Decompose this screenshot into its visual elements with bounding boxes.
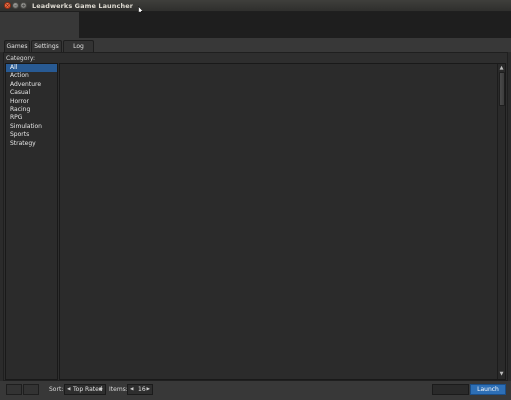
tab-log[interactable]: Log — [63, 40, 94, 52]
items-value: 16 — [138, 386, 146, 393]
category-item-adventure[interactable]: Adventure — [6, 81, 57, 89]
category-item-horror[interactable]: Horror — [6, 98, 57, 106]
next-page-button[interactable] — [23, 384, 39, 395]
category-item-rpg[interactable]: RPG — [6, 114, 57, 122]
sort-right-arrow-icon[interactable]: ▶ — [100, 385, 103, 394]
header-banner — [79, 12, 511, 38]
title-bar: × – + Leadwerks Game Launcher — [0, 0, 511, 12]
launch-button[interactable]: Launch — [470, 384, 506, 395]
previous-page-button[interactable] — [6, 384, 22, 395]
category-item-action[interactable]: Action — [6, 72, 57, 80]
maximize-window-button[interactable]: + — [20, 2, 27, 9]
items-label: Items: — [109, 386, 128, 393]
category-label: Category: — [6, 55, 35, 62]
game-list[interactable]: ▲ ▼ — [59, 63, 506, 380]
banner-left-area — [0, 12, 79, 38]
blank-field — [432, 384, 469, 395]
scroll-down-icon[interactable]: ▼ — [498, 371, 505, 378]
category-item-sports[interactable]: Sports — [6, 131, 57, 139]
sort-value: Top Rated — [73, 386, 103, 393]
close-window-button[interactable]: × — [4, 2, 11, 9]
category-item-strategy[interactable]: Strategy — [6, 140, 57, 148]
category-list[interactable]: All Action Adventure Casual Horror Racin… — [5, 63, 58, 380]
category-item-all[interactable]: All — [6, 64, 57, 73]
sort-selector[interactable]: ◀ Top Rated ▶ — [64, 384, 106, 395]
items-left-arrow-icon[interactable]: ◀ — [130, 385, 133, 394]
sort-label: Sort: — [49, 386, 64, 393]
items-per-page-selector[interactable]: ◀ 16 ▶ — [127, 384, 153, 395]
category-item-racing[interactable]: Racing — [6, 106, 57, 114]
game-list-scrollbar[interactable]: ▲ ▼ — [497, 64, 505, 379]
sort-left-arrow-icon[interactable]: ◀ — [67, 385, 70, 394]
window-title: Leadwerks Game Launcher — [32, 2, 134, 10]
minimize-window-button[interactable]: – — [12, 2, 19, 9]
scroll-up-icon[interactable]: ▲ — [498, 65, 505, 72]
category-item-simulation[interactable]: Simulation — [6, 123, 57, 131]
tab-settings[interactable]: Settings — [31, 40, 62, 52]
items-right-arrow-icon[interactable]: ▶ — [147, 385, 150, 394]
scroll-thumb[interactable] — [499, 72, 505, 106]
category-item-casual[interactable]: Casual — [6, 89, 57, 97]
